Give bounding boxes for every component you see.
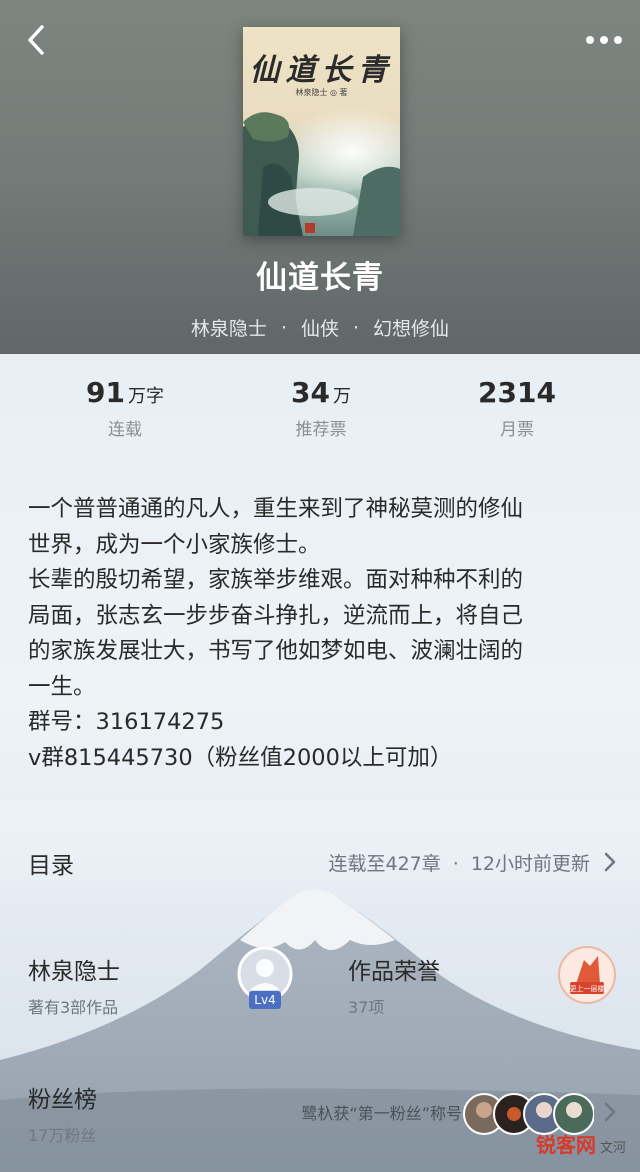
author-card[interactable]: 林泉隐士 著有3部作品 Lv4 bbox=[28, 946, 298, 1022]
stat-unit: 万字 bbox=[127, 386, 164, 407]
description-line: 一生。 bbox=[28, 673, 96, 700]
honor-card[interactable]: 作品荣誉 37项 更上一层楼 bbox=[348, 946, 618, 1022]
meta-separator: · bbox=[280, 316, 287, 339]
watermark: 锐客网 文河 bbox=[536, 1129, 626, 1158]
description-line: 长辈的殷切希望，家族举步维艰。面对种种不利的 bbox=[28, 567, 524, 593]
book-description[interactable]: 一个普普通通的凡人，重生来到了神秘莫测的修仙 世界，成为一个小家族修士。 长辈的… bbox=[28, 492, 618, 776]
toc-status: 连载至427章 · 12小时前更新 bbox=[329, 849, 591, 876]
stat-label: 连载 bbox=[108, 420, 142, 440]
fans-section: 粉丝榜 17万粉丝 bbox=[28, 1080, 97, 1146]
description-line: 局面，张志玄一步步奋斗挣扎，逆流而上，将自己 bbox=[28, 602, 524, 629]
description-line: 一个普普通通的凡人，重生来到了神秘莫测的修仙 bbox=[28, 496, 524, 522]
chevron-right-icon bbox=[604, 1102, 616, 1122]
toc-separator: · bbox=[452, 853, 459, 875]
honor-badge-icon bbox=[558, 946, 616, 1004]
more-dots-icon bbox=[586, 36, 622, 44]
toc-title: 目录 bbox=[28, 853, 74, 879]
back-button[interactable] bbox=[18, 22, 54, 58]
cover-author: 林泉隐士 ◎ 著 bbox=[295, 88, 348, 97]
book-header: 仙道长青 林泉隐士 ◎ 著 仙道长青 林泉隐士 · 仙侠 · 幻想修仙 bbox=[0, 0, 640, 354]
book-stats: 91 万字 连载 34 万 推荐票 2314 月票 bbox=[0, 376, 640, 456]
watermark-brand: 锐客网 bbox=[535, 1133, 596, 1157]
stat-value: 2314 bbox=[478, 376, 556, 409]
cover-title: 仙道长青 bbox=[249, 53, 394, 88]
description-line: 的家族发展壮大，书写了他如梦如电、波澜壮阔的 bbox=[28, 638, 524, 664]
chevron-right-icon bbox=[604, 852, 616, 872]
author-link[interactable]: 林泉隐士 bbox=[191, 314, 267, 341]
stat-word-count: 91 万字 连载 bbox=[30, 376, 220, 440]
fans-count: 17万粉丝 bbox=[28, 1126, 97, 1145]
book-cover[interactable]: 仙道长青 林泉隐士 ◎ 著 bbox=[243, 27, 400, 236]
table-of-contents-row[interactable]: 目录 连载至427章 · 12小时前更新 bbox=[0, 838, 640, 888]
honor-badge-text: 更上一层楼 bbox=[569, 985, 605, 993]
chevron-left-icon bbox=[28, 25, 44, 55]
stat-label: 月票 bbox=[500, 420, 534, 440]
book-title: 仙道长青 bbox=[256, 260, 384, 296]
stat-recommend-votes[interactable]: 34 万 推荐票 bbox=[226, 376, 416, 440]
more-button[interactable] bbox=[582, 24, 626, 56]
stat-monthly-votes[interactable]: 2314 月票 bbox=[422, 376, 612, 440]
top-fan-note: 鹭杁获“第一粉丝”称号 bbox=[301, 1104, 462, 1123]
group-number: 群号：316174275 bbox=[28, 709, 225, 735]
stat-value: 34 bbox=[291, 376, 330, 409]
toc-chapter-status: 连载至427章 bbox=[328, 853, 441, 875]
description-line: 世界，成为一个小家族修士。 bbox=[28, 531, 321, 558]
watermark-extra: 文河 bbox=[599, 1141, 626, 1156]
category-link[interactable]: 仙侠 bbox=[301, 314, 339, 341]
meta-separator: · bbox=[353, 316, 360, 339]
fans-title: 粉丝榜 bbox=[28, 1087, 97, 1113]
stat-value: 91 bbox=[86, 376, 125, 409]
vip-group-number: v群815445730（粉丝值2000以上可加） bbox=[28, 744, 453, 771]
toc-updated: 12小时前更新 bbox=[470, 853, 590, 875]
stat-label: 推荐票 bbox=[295, 420, 347, 440]
book-meta: 林泉隐士 · 仙侠 · 幻想修仙 bbox=[0, 314, 640, 341]
stat-unit: 万 bbox=[332, 386, 351, 407]
subcategory-link[interactable]: 幻想修仙 bbox=[373, 314, 449, 341]
author-level-badge: Lv4 bbox=[249, 991, 281, 1009]
